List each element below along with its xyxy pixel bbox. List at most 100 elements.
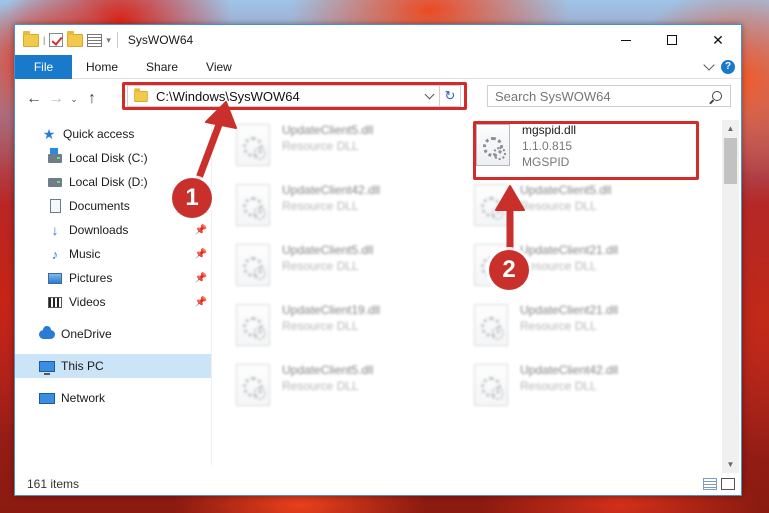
file-item[interactable]: UpdateClient5.dll Resource DLL [474, 182, 694, 234]
title-divider [116, 32, 118, 48]
file-type: Resource DLL [520, 199, 597, 213]
network-icon [39, 390, 55, 406]
file-name: UpdateClient5.dll [282, 123, 374, 137]
details-view-icon[interactable] [703, 478, 717, 490]
file-name: UpdateClient19.dll [282, 303, 381, 317]
folder-icon [23, 30, 39, 47]
close-button[interactable]: ✕ [695, 25, 741, 55]
file-name: UpdateClient5.dll [282, 243, 374, 257]
expand-ribbon-icon[interactable] [703, 58, 715, 71]
document-icon [47, 198, 63, 214]
back-button[interactable]: ← [23, 88, 45, 110]
search-box[interactable] [487, 85, 731, 107]
sidebar-item-label: Local Disk (D:) [69, 175, 148, 189]
pictures-icon [47, 270, 63, 286]
status-bar: 161 items [15, 473, 741, 495]
maximize-icon [667, 35, 677, 45]
view-switcher [703, 478, 735, 490]
scroll-thumb[interactable] [724, 138, 737, 184]
sidebar-item-label: Downloads [69, 223, 129, 237]
ribbon-right-controls: ? [703, 58, 741, 74]
file-type: Resource DLL [282, 139, 359, 153]
file-item[interactable]: UpdateClient42.dll Resource DLL [236, 182, 456, 234]
sidebar-item-music[interactable]: ♪ Music 📌 [15, 242, 211, 266]
file-item[interactable]: UpdateClient42.dll Resource DLL [474, 362, 694, 414]
minimize-button[interactable] [603, 25, 649, 55]
sidebar-item-label: Network [61, 391, 106, 405]
step-2-badge: 2 [489, 250, 529, 290]
sidebar-item-local-disk-c[interactable]: Local Disk (C:) [15, 146, 211, 170]
file-item[interactable]: UpdateClient5.dll Resource DLL [236, 362, 456, 414]
customize-toolbar-icon[interactable] [87, 33, 103, 47]
up-button[interactable]: ↑ [81, 88, 103, 110]
tab-share[interactable]: Share [132, 60, 192, 74]
ribbon-tabs: File Home Share View ? [15, 54, 741, 79]
tab-file[interactable]: File [15, 54, 72, 79]
properties-check-icon[interactable] [49, 33, 64, 47]
search-icon[interactable] [712, 91, 722, 101]
file-item[interactable]: UpdateClient19.dll Resource DLL [236, 302, 456, 354]
forward-button[interactable]: → [45, 88, 67, 110]
help-icon[interactable]: ? [721, 59, 735, 74]
sidebar-item-label: Pictures [69, 271, 113, 285]
file-item[interactable]: UpdateClient21.dll Resource DLL [474, 302, 694, 354]
music-icon: ♪ [51, 246, 59, 262]
sidebar-item-label: OneDrive [61, 327, 112, 341]
sidebar-item-pictures[interactable]: Pictures 📌 [15, 266, 211, 290]
file-item[interactable]: UpdateClient5.dll Resource DLL [236, 122, 456, 174]
sidebar-item-label: Documents [69, 199, 130, 213]
pin-icon[interactable]: 📌 [195, 249, 207, 260]
file-type: Resource DLL [520, 259, 597, 273]
close-icon: ✕ [712, 31, 724, 48]
title-bar: | ▾ SysWOW64 ✕ [15, 25, 741, 55]
pin-icon[interactable]: 📌 [195, 225, 207, 236]
step-1-badge: 1 [172, 178, 212, 218]
file-name: UpdateClient21.dll [520, 243, 619, 257]
file-explorer-window: | ▾ SysWOW64 ✕ File Home Share View ? ← … [14, 24, 742, 496]
tab-view[interactable]: View [192, 60, 246, 74]
sidebar-item-quick-access[interactable]: ★ Quick access [15, 122, 211, 146]
scroll-down-button[interactable]: ▼ [722, 456, 739, 473]
scroll-up-button[interactable]: ▲ [722, 120, 739, 137]
dll-file-icon [236, 184, 270, 226]
maximize-button[interactable] [649, 25, 695, 55]
sidebar-item-onedrive[interactable]: OneDrive [15, 322, 211, 346]
windows-disk-icon [47, 147, 63, 166]
sidebar-item-videos[interactable]: Videos 📌 [15, 290, 211, 314]
pin-icon[interactable]: 📌 [195, 297, 207, 308]
search-input[interactable] [488, 88, 698, 104]
this-pc-icon [39, 358, 55, 375]
new-folder-icon[interactable] [67, 30, 84, 47]
dll-file-icon [474, 304, 508, 346]
star-icon: ★ [42, 125, 56, 142]
file-name: UpdateClient5.dll [282, 363, 374, 377]
file-name: UpdateClient42.dll [282, 183, 381, 197]
file-name: UpdateClient5.dll [520, 183, 612, 197]
toolbar-dropdown-icon[interactable]: ▾ [106, 35, 111, 46]
dll-file-icon [236, 124, 270, 166]
dll-file-icon [236, 304, 270, 346]
vertical-scrollbar[interactable]: ▲ ▼ [722, 120, 739, 473]
tab-home[interactable]: Home [72, 60, 132, 74]
address-highlight-box [122, 82, 467, 110]
file-type: Resource DLL [282, 199, 359, 213]
recent-locations-button[interactable]: ⌄ [67, 88, 81, 110]
large-icons-view-icon[interactable] [721, 478, 735, 490]
file-item[interactable]: UpdateClient5.dll Resource DLL [236, 242, 456, 294]
pin-icon[interactable]: 📌 [195, 273, 207, 284]
minimize-icon [621, 39, 631, 41]
sidebar-item-label: Videos [69, 295, 106, 309]
file-type: Resource DLL [520, 319, 597, 333]
dll-file-icon [236, 244, 270, 286]
onedrive-icon [39, 325, 55, 342]
window-controls: ✕ [603, 25, 741, 55]
file-type: Resource DLL [282, 379, 359, 393]
sidebar-item-this-pc[interactable]: This PC [15, 354, 211, 378]
window-title: SysWOW64 [127, 33, 194, 47]
file-name: UpdateClient42.dll [520, 363, 619, 377]
dll-file-icon [474, 184, 508, 226]
sidebar-item-downloads[interactable]: ↓ Downloads 📌 [15, 218, 211, 242]
dll-file-icon [474, 364, 508, 406]
quick-access-toolbar: | ▾ [15, 30, 111, 47]
sidebar-item-network[interactable]: Network [15, 386, 211, 410]
